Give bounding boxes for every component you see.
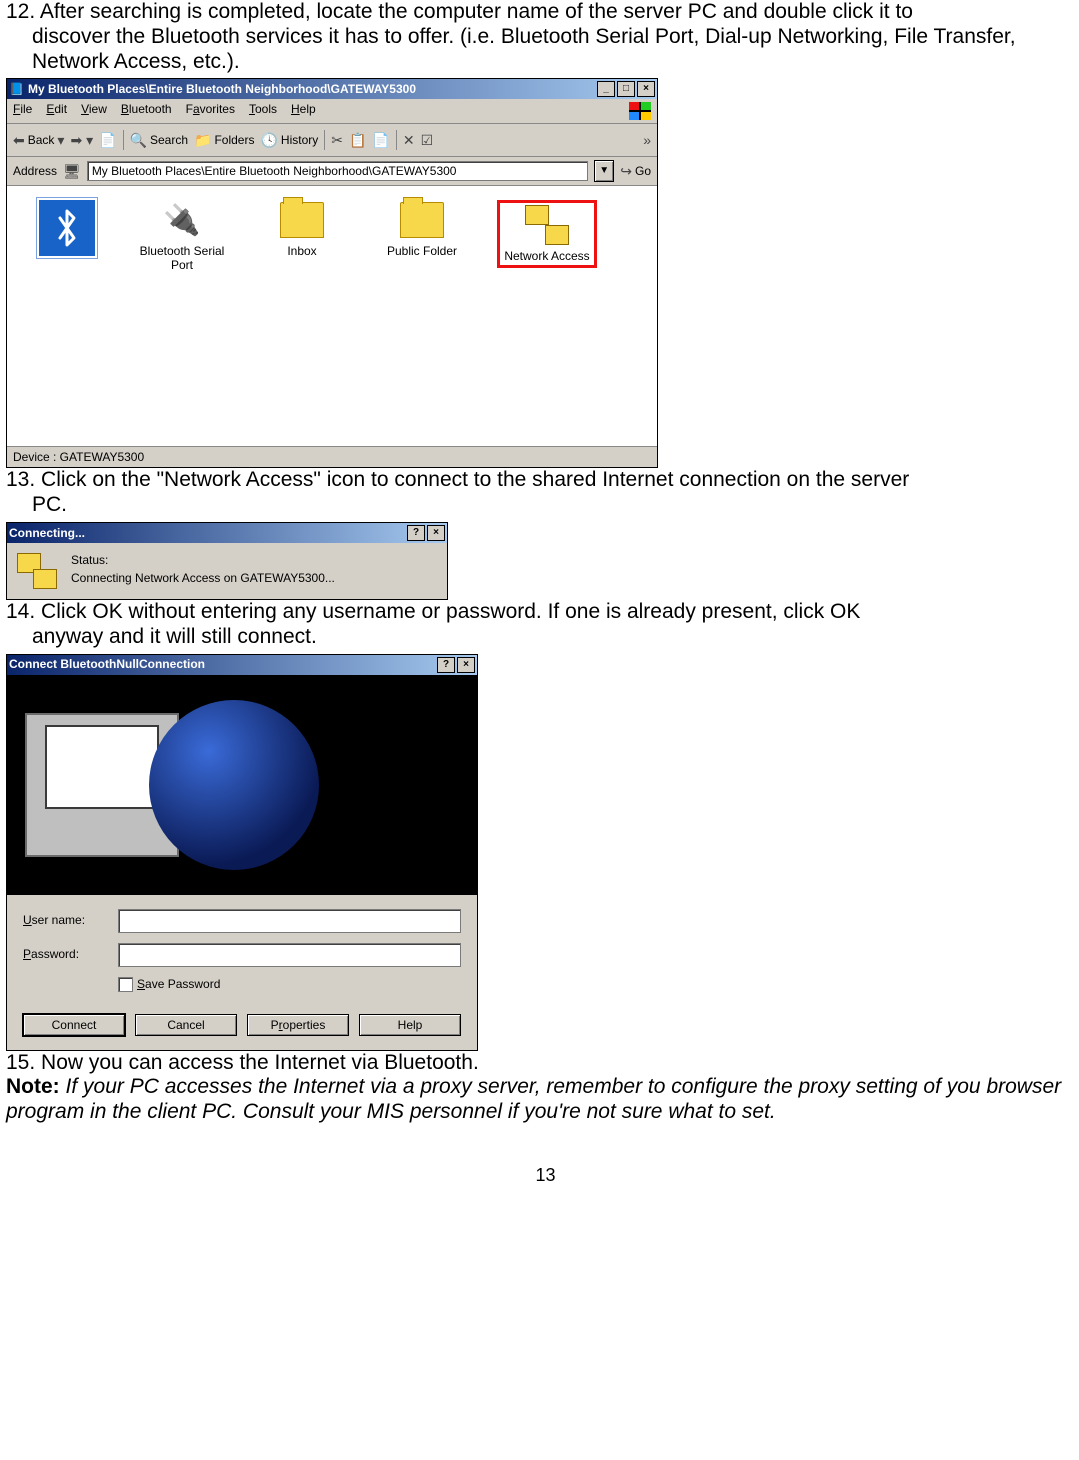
close-button[interactable]: × (457, 657, 475, 673)
plug-icon: 🔌 (160, 200, 204, 240)
menu-tools[interactable]: Tools (249, 102, 277, 120)
windows-logo-icon (629, 102, 651, 120)
connect-hero (7, 675, 477, 895)
menu-help[interactable]: Help (291, 102, 316, 120)
help-button[interactable]: ? (437, 657, 455, 673)
paste-icon[interactable]: 📄 (372, 132, 389, 149)
step-12-line1: 12. After searching is completed, locate… (6, 0, 913, 23)
properties-icon[interactable]: ☑ (421, 132, 434, 149)
connect-button[interactable]: Connect (23, 1014, 125, 1036)
history-button[interactable]: 🕓History (260, 132, 318, 149)
inbox-label: Inbox (287, 244, 316, 258)
address-icon: 🖥 (63, 163, 81, 180)
cut-icon[interactable]: ✂ (331, 132, 343, 149)
connect-form: User name: Password: Save Password (7, 895, 477, 1014)
delete-icon[interactable]: ✕ (403, 132, 415, 149)
network-icon (17, 553, 57, 589)
toolbar-overflow[interactable]: » (643, 132, 651, 149)
save-password-checkbox[interactable] (118, 977, 133, 992)
close-button[interactable]: × (637, 81, 655, 97)
address-dropdown[interactable]: ▼ (594, 160, 614, 182)
connect-titlebar: Connect BluetoothNullConnection ? × (7, 655, 477, 675)
save-password-label: Save Password (137, 977, 220, 991)
explorer-window: 📘 My Bluetooth Places\Entire Bluetooth N… (6, 78, 658, 468)
password-field[interactable] (118, 943, 461, 967)
globe-icon (149, 700, 319, 870)
step-12-line2: discover the Bluetooth services it has t… (6, 25, 1079, 75)
minimize-button[interactable]: _ (597, 81, 615, 97)
help-button-2[interactable]: Help (359, 1014, 461, 1036)
address-input[interactable] (87, 161, 588, 181)
explorer-toolbar: ⬅Back ▾ ➡ ▾ 📄 🔍Search 📁Folders 🕓History … (7, 124, 657, 157)
explorer-title: My Bluetooth Places\Entire Bluetooth Nei… (28, 82, 416, 96)
step-15: 15. Now you can access the Internet via … (6, 1051, 1079, 1076)
menu-favorites[interactable]: Favorites (186, 102, 235, 120)
step-14-line2: anyway and it will still connect. (6, 625, 1079, 650)
menu-edit[interactable]: Edit (46, 102, 67, 120)
note: Note: If your PC accesses the Internet v… (6, 1075, 1079, 1125)
step-14: 14. Click OK without entering any userna… (6, 600, 1079, 650)
connect-title: Connect BluetoothNullConnection (9, 657, 205, 671)
step-13: 13. Click on the "Network Access" icon t… (6, 468, 1079, 518)
cancel-button[interactable]: Cancel (135, 1014, 237, 1036)
folders-button[interactable]: 📁Folders (194, 132, 254, 149)
folder-icon (280, 202, 324, 238)
network-access-icon-item[interactable]: Network Access (497, 200, 597, 268)
forward-button[interactable]: ➡ ▾ (70, 132, 93, 149)
search-button[interactable]: 🔍Search (130, 132, 188, 149)
explorer-sidebar (7, 186, 127, 446)
copy-icon[interactable]: 📋 (349, 132, 366, 149)
go-button[interactable]: ↪Go (620, 163, 651, 180)
address-label: Address (13, 164, 57, 178)
explorer-menubar: File Edit View Bluetooth Favorites Tools… (7, 99, 657, 124)
network-access-label: Network Access (504, 249, 589, 263)
serial-port-label: Bluetooth Serial Port (137, 244, 227, 272)
page-number: 13 (6, 1165, 1079, 1186)
note-label: Note: (6, 1075, 60, 1098)
step-13-line1: 13. Click on the "Network Access" icon t… (6, 468, 909, 491)
maximize-button[interactable]: □ (617, 81, 635, 97)
back-button[interactable]: ⬅Back ▾ (13, 132, 64, 149)
step-12: 12. After searching is completed, locate… (6, 0, 1079, 74)
explorer-statusbar: Device : GATEWAY5300 (7, 446, 657, 467)
note-body: If your PC accesses the Internet via a p… (6, 1075, 1061, 1123)
status-label: Status: (71, 553, 335, 567)
explorer-titlebar: 📘 My Bluetooth Places\Entire Bluetooth N… (7, 79, 657, 99)
network-icon (525, 205, 569, 245)
connecting-titlebar: Connecting... ? × (7, 523, 447, 543)
explorer-pane: 🔌 Bluetooth Serial Port Inbox Public Fol… (7, 186, 657, 446)
connecting-title: Connecting... (9, 526, 85, 540)
status-text: Connecting Network Access on GATEWAY5300… (71, 571, 335, 585)
properties-button[interactable]: Properties (247, 1014, 349, 1036)
connecting-dialog: Connecting... ? × Status: Connecting Net… (6, 522, 448, 600)
folder-icon (400, 202, 444, 238)
connect-dialog: Connect BluetoothNullConnection ? × User… (6, 654, 478, 1051)
menu-view[interactable]: View (81, 102, 107, 120)
connect-buttons: Connect Cancel Properties Help (7, 1014, 477, 1050)
address-bar: Address 🖥 ▼ ↪Go (7, 157, 657, 186)
menu-bluetooth[interactable]: Bluetooth (121, 102, 172, 120)
explorer-content: 🔌 Bluetooth Serial Port Inbox Public Fol… (127, 186, 657, 446)
password-label: Password: (23, 947, 118, 961)
inbox-icon-item[interactable]: Inbox (257, 200, 347, 258)
public-folder-label: Public Folder (387, 244, 457, 258)
bluetooth-logo-icon (37, 198, 97, 258)
up-button[interactable]: 📄 (99, 132, 116, 149)
username-label: User name: (23, 913, 118, 927)
step-14-line1: 14. Click OK without entering any userna… (6, 600, 860, 623)
username-field[interactable] (118, 909, 461, 933)
public-folder-icon-item[interactable]: Public Folder (377, 200, 467, 258)
step-13-line2: PC. (6, 493, 1079, 518)
bluetooth-serial-port-icon[interactable]: 🔌 Bluetooth Serial Port (137, 200, 227, 272)
close-button[interactable]: × (427, 525, 445, 541)
help-button[interactable]: ? (407, 525, 425, 541)
menu-file[interactable]: File (13, 102, 32, 120)
